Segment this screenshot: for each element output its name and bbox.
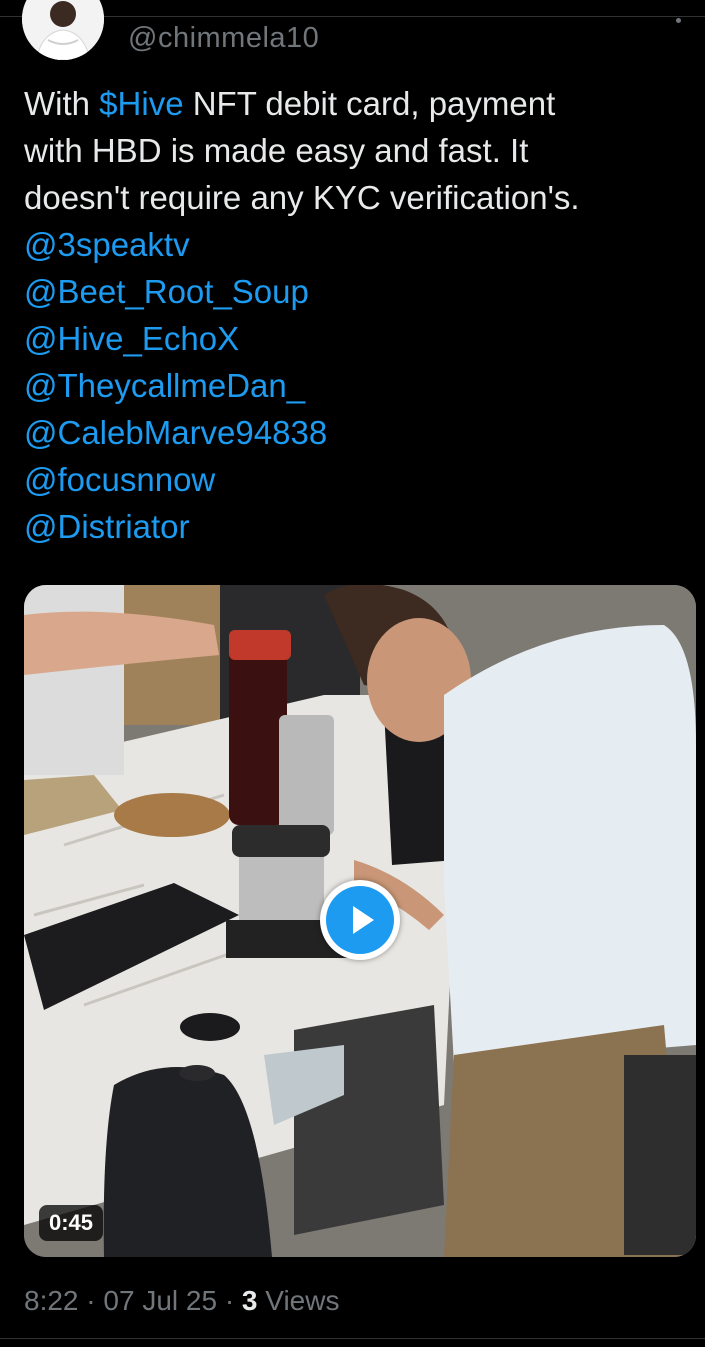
- mention-link[interactable]: @focusnnow: [24, 456, 684, 503]
- mention-link[interactable]: @Beet_Root_Soup: [24, 268, 684, 315]
- tweet-line: with HBD is made easy and fast. It: [24, 132, 529, 169]
- tweet-date[interactable]: 07 Jul 25: [103, 1285, 217, 1316]
- more-options-icon[interactable]: [676, 18, 681, 23]
- play-icon: [326, 886, 394, 954]
- meta-separator: ·: [86, 1285, 96, 1316]
- top-divider: [0, 16, 705, 17]
- tweet-meta: 8:22 · 07 Jul 25 · 3 Views: [24, 1285, 339, 1317]
- video-player[interactable]: 0:45: [24, 585, 696, 1257]
- mention-link[interactable]: @3speaktv: [24, 221, 684, 268]
- mention-link[interactable]: @Hive_EchoX: [24, 315, 684, 362]
- mention-link[interactable]: @Distriator: [24, 503, 684, 550]
- tweet-text-segment: NFT debit card, payment: [183, 85, 556, 122]
- tweet-line: doesn't require any KYC verification's.: [24, 179, 580, 216]
- tweet-detail: @chimmela10 With $Hive NFT debit card, p…: [0, 0, 705, 1347]
- bottom-divider: [0, 1338, 705, 1339]
- play-button[interactable]: [320, 880, 400, 960]
- mention-link[interactable]: @CalebMarve94838: [24, 409, 684, 456]
- mention-link[interactable]: @TheycallmeDan_: [24, 362, 684, 409]
- view-count: 3: [241, 1285, 258, 1316]
- tweet-time[interactable]: 8:22: [24, 1285, 79, 1316]
- cashtag-link[interactable]: $Hive: [99, 85, 183, 122]
- author-handle[interactable]: @chimmela10: [128, 22, 319, 55]
- tweet-text: With $Hive NFT debit card, payment with …: [24, 80, 684, 550]
- video-duration-badge: 0:45: [39, 1205, 104, 1241]
- tweet-text-segment: With: [24, 85, 100, 122]
- meta-separator: ·: [224, 1285, 235, 1316]
- views-label: Views: [265, 1285, 340, 1316]
- avatar[interactable]: [22, 0, 104, 60]
- tweet-line: With $Hive NFT debit card, payment: [24, 80, 684, 127]
